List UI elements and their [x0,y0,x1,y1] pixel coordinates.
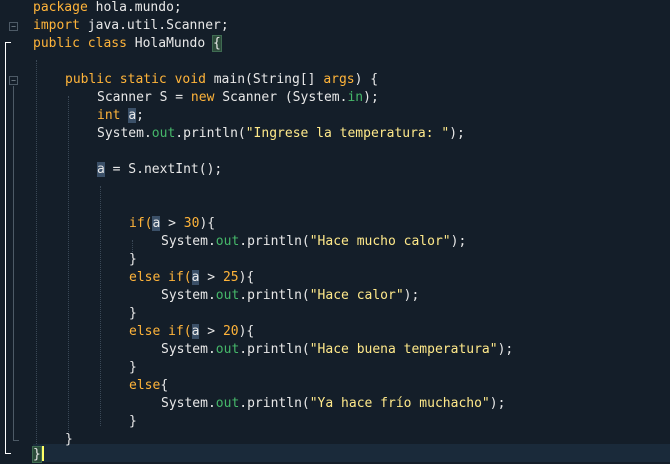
class-scope-bottom [5,453,11,454]
code-line-print-1[interactable]: System.out.println("Hace mucho calor"); [161,233,466,251]
code-line-class[interactable]: public class HolaMundo { [33,35,222,53]
matching-brace: { [212,35,222,52]
code-line-main[interactable]: public static void main(String[] args) { [65,71,378,89]
code-line-close-3[interactable]: } [129,359,137,377]
code-line-prompt[interactable]: System.out.println("Ingrese la temperatu… [97,125,465,143]
indent-guide-2 [68,96,69,432]
code-line-package[interactable]: package hola.mundo; [33,0,182,17]
indent-guide-3 [100,186,101,426]
class-scope-top [5,42,11,43]
code-line-close-4[interactable]: } [129,413,137,431]
code-line-print-3[interactable]: System.out.println("Hace buena temperatu… [161,341,513,359]
fold-toggle-import[interactable]: − [9,22,18,31]
code-line-scanner[interactable]: Scanner S = new Scanner (System.in); [97,89,379,107]
code-line-print-4[interactable]: System.out.println("Ya hace frío muchach… [161,395,505,413]
code-editor[interactable]: − − package hola.mundo; import java.util… [0,0,670,464]
code-line-else[interactable]: else{ [129,377,168,395]
code-line-close-2[interactable]: } [129,305,137,323]
code-line-import[interactable]: import java.util.Scanner; [33,17,229,35]
matching-brace-close: } [32,446,42,463]
code-line-if-1[interactable]: if(a > 30){ [129,215,215,233]
code-line-print-2[interactable]: System.out.println("Hace calor"); [161,287,419,305]
code-line-if-3[interactable]: else if(a > 20){ [129,323,254,341]
fold-end-main [13,440,19,441]
fold-toggle-main[interactable]: − [9,76,18,85]
code-line-read[interactable]: a = S.nextInt(); [97,161,222,179]
class-scope-line [5,42,6,454]
text-caret [42,446,44,461]
code-line-int[interactable]: int a; [97,107,144,125]
current-line-highlight [33,444,670,462]
code-line-if-2[interactable]: else if(a > 25){ [129,269,254,287]
code-line-close-main[interactable]: } [65,431,73,449]
fold-line-main [13,86,14,440]
indent-guide-1 [36,60,37,444]
code-line-close-1[interactable]: } [129,251,137,269]
code-line-close-class[interactable]: } [32,446,42,464]
